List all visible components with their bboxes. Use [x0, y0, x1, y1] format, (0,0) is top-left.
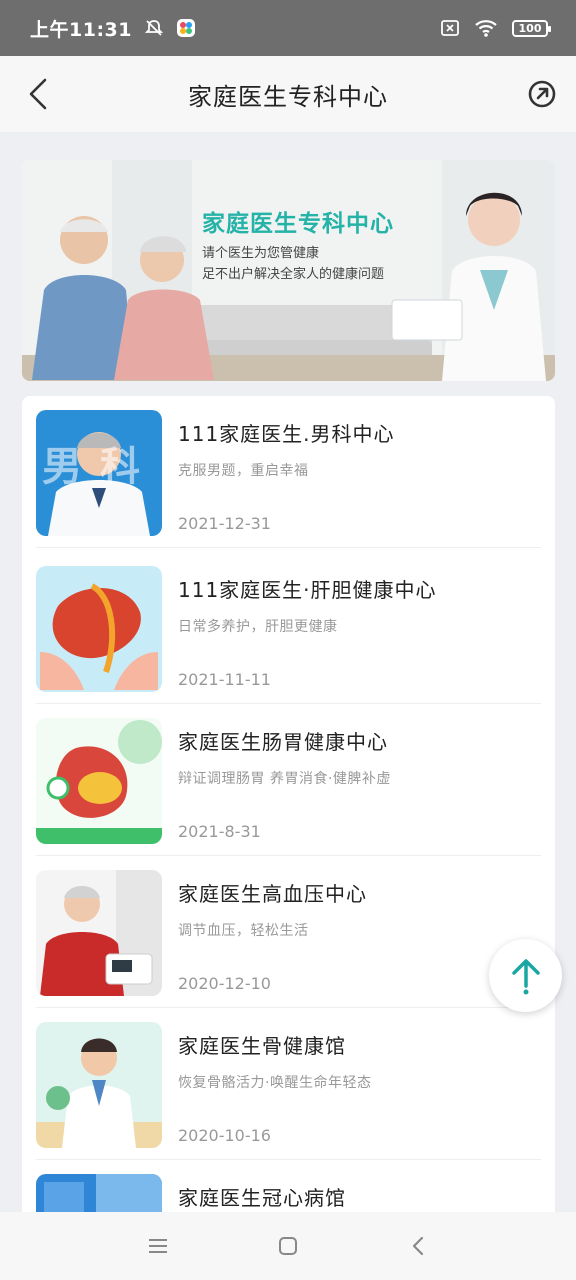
item-title: 家庭医生冠心病馆 [178, 1186, 346, 1210]
list-item[interactable]: 男科 111家庭医生.男科中心 克服男题，重启幸福 2021-12-31 [36, 396, 541, 548]
nav-bar: 家庭医生专科中心 [0, 56, 576, 132]
specialty-list: 男科 111家庭医生.男科中心 克服男题，重启幸福 2021-12-31 111… [22, 396, 555, 1212]
wifi-icon [474, 18, 498, 38]
item-date: 2021-11-11 [178, 670, 271, 689]
item-description: 辩证调理肠胃 养胃消食·健脾补虚 [178, 771, 391, 787]
item-thumbnail [36, 566, 162, 692]
item-title: 家庭医生高血压中心 [178, 882, 367, 906]
system-nav-bar [0, 1212, 576, 1280]
item-date: 2020-10-16 [178, 1126, 271, 1145]
list-item[interactable]: 家庭医生高血压中心 调节血压，轻松生活 2020-12-10 [36, 856, 541, 1008]
list-item[interactable]: 家庭医生肠胃健康中心 辩证调理肠胃 养胃消食·健脾补虚 2021-8-31 [36, 704, 541, 856]
item-thumbnail: 男科 [36, 410, 162, 536]
mute-icon [144, 18, 164, 38]
banner-subtitle-1: 请个医生为您管健康 [202, 246, 320, 261]
item-title: 111家庭医生.男科中心 [178, 422, 395, 446]
back-icon[interactable] [398, 1226, 438, 1266]
list-item[interactable]: 111家庭医生·肝胆健康中心 日常多养护，肝胆更健康 2021-11-11 [36, 552, 541, 704]
item-thumbnail [36, 1022, 162, 1148]
home-icon[interactable] [268, 1226, 308, 1266]
item-title: 111家庭医生·肝胆健康中心 [178, 578, 437, 602]
app-notification-icon [176, 18, 196, 38]
item-description: 恢复骨骼活力·唤醒生命年轻态 [178, 1075, 372, 1091]
sim-off-icon [440, 19, 460, 37]
item-thumbnail [36, 1174, 162, 1212]
list-item[interactable]: 家庭医生骨健康馆 恢复骨骼活力·唤醒生命年轻态 2020-10-16 [36, 1008, 541, 1160]
item-date: 2021-12-31 [178, 514, 271, 533]
thumb-label: 男科 [42, 444, 158, 490]
item-description: 克服男题，重启幸福 [178, 463, 309, 479]
share-icon[interactable] [522, 74, 562, 114]
banner[interactable]: 家庭医生专科中心 请个医生为您管健康 足不出户解决全家人的健康问题 [22, 160, 555, 381]
menu-icon[interactable] [138, 1226, 178, 1266]
item-description: 调节血压，轻松生活 [178, 923, 309, 939]
item-title: 家庭医生肠胃健康中心 [178, 730, 388, 754]
item-description: 日常多养护，肝胆更健康 [178, 619, 338, 635]
item-title: 家庭医生骨健康馆 [178, 1034, 346, 1058]
status-bar: 上午11:31 100 [0, 0, 576, 56]
battery-icon: 100 [512, 19, 551, 37]
divider [36, 547, 541, 548]
banner-subtitle-2: 足不出户解决全家人的健康问题 [202, 267, 385, 282]
item-date: 2020-12-10 [178, 974, 271, 993]
item-date: 2021-8-31 [178, 822, 261, 841]
chevron-left-icon[interactable] [20, 76, 56, 112]
scroll-to-top-button[interactable] [489, 939, 562, 1012]
page-title: 家庭医生专科中心 [188, 82, 388, 111]
status-time: 上午11:31 [30, 18, 132, 41]
item-thumbnail [36, 718, 162, 844]
list-item[interactable]: 家庭医生冠心病馆 [36, 1160, 541, 1212]
item-thumbnail [36, 870, 162, 996]
banner-title: 家庭医生专科中心 [202, 211, 394, 237]
arrow-up-icon [511, 958, 540, 994]
